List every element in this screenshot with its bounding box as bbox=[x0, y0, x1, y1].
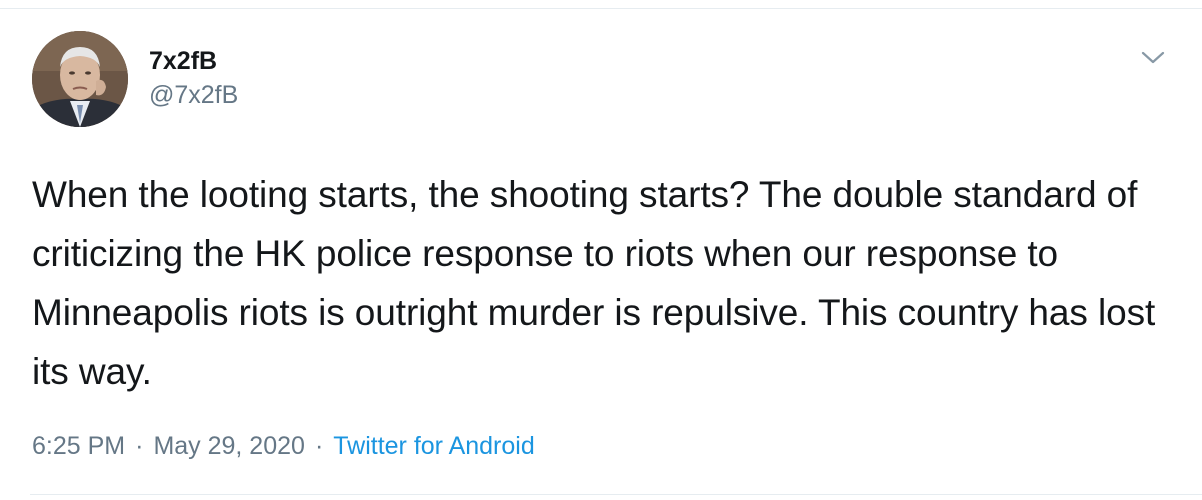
top-divider bbox=[0, 8, 1202, 9]
avatar-image bbox=[32, 31, 128, 127]
user-display-name[interactable]: 7x2fB bbox=[149, 46, 217, 76]
tweet-time[interactable]: 6:25 PM bbox=[32, 432, 125, 460]
bottom-divider bbox=[30, 494, 1202, 495]
tweet-meta: 6:25 PM · May 29, 2020 · Twitter for Android bbox=[32, 430, 535, 462]
meta-separator: · bbox=[135, 432, 144, 460]
tweet-date[interactable]: May 29, 2020 bbox=[153, 432, 305, 460]
tweet-text: When the looting starts, the shooting st… bbox=[32, 174, 1156, 392]
chevron-down-icon[interactable] bbox=[1138, 44, 1168, 70]
avatar[interactable] bbox=[32, 31, 128, 127]
user-handle[interactable]: @7x2fB bbox=[149, 80, 238, 110]
meta-separator: · bbox=[314, 432, 324, 460]
tweet-source-link[interactable]: Twitter for Android bbox=[333, 432, 534, 460]
tweet-card: 7x2fB @7x2fB When the looting starts, th… bbox=[0, 0, 1202, 500]
